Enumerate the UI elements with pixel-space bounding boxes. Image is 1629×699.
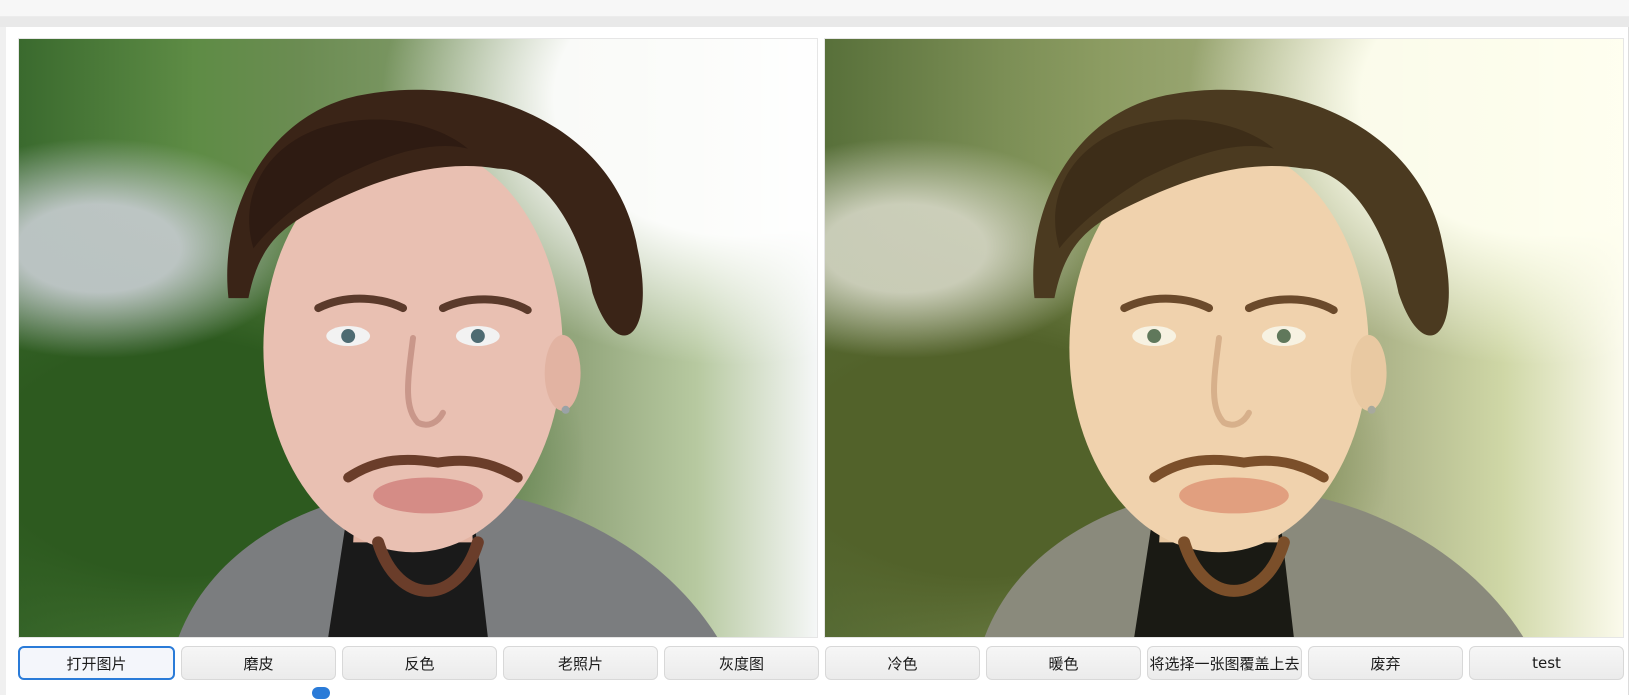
open-image-button[interactable]: 打开图片 xyxy=(18,646,175,680)
discard-button[interactable]: 废弃 xyxy=(1308,646,1463,680)
processed-image-pane xyxy=(824,38,1624,638)
skin-smoothing-button[interactable]: 磨皮 xyxy=(181,646,336,680)
warm-tone-button[interactable]: 暖色 xyxy=(986,646,1141,680)
original-portrait xyxy=(178,89,718,637)
overlay-image-button[interactable]: 将选择一张图覆盖上去 xyxy=(1147,646,1302,680)
test-button[interactable]: test xyxy=(1469,646,1624,680)
grayscale-button[interactable]: 灰度图 xyxy=(664,646,819,680)
original-image-pane xyxy=(18,38,818,638)
top-divider xyxy=(0,17,1629,27)
left-edge xyxy=(0,27,6,695)
horizontal-scroll-thumb[interactable] xyxy=(312,687,330,699)
old-photo-button[interactable]: 老照片 xyxy=(503,646,658,680)
top-strip xyxy=(0,0,1629,17)
toolbar: 打开图片 磨皮 反色 老照片 灰度图 冷色 暖色 将选择一张图覆盖上去 废弃 t… xyxy=(18,646,1624,680)
cool-tone-button[interactable]: 冷色 xyxy=(825,646,980,680)
processed-portrait xyxy=(984,89,1524,637)
invert-colors-button[interactable]: 反色 xyxy=(342,646,497,680)
